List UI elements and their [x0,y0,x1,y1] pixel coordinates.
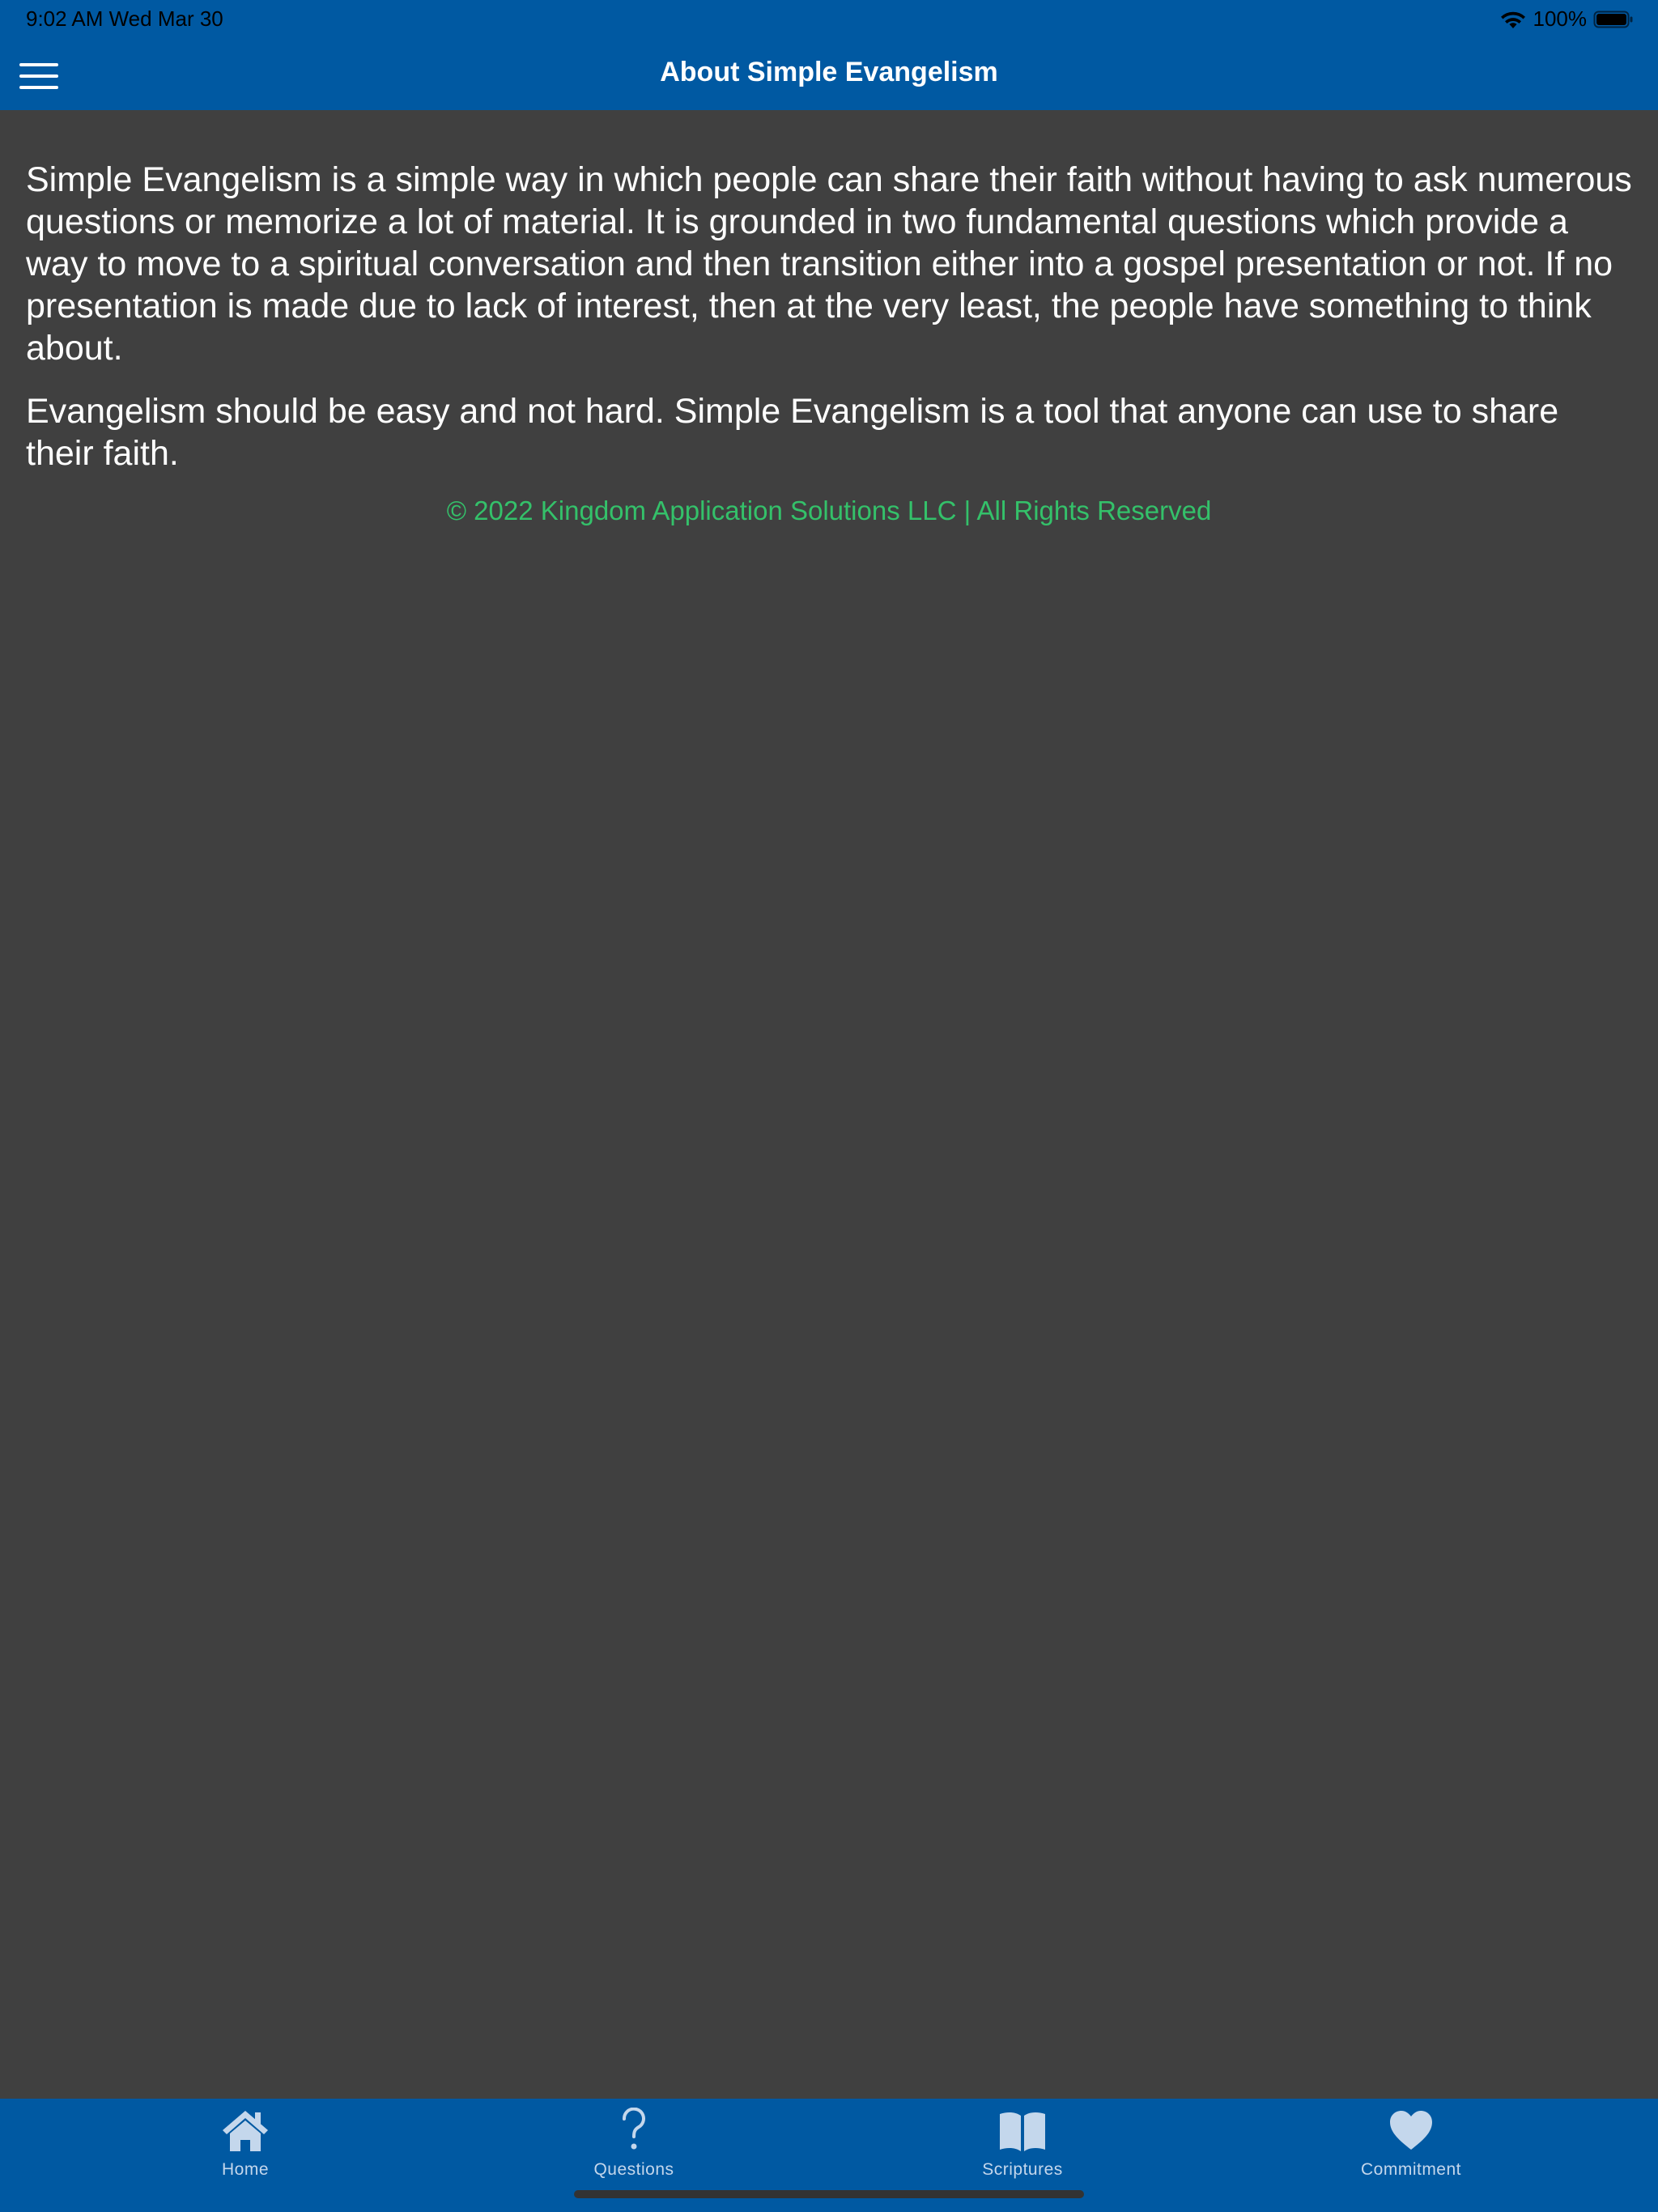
tab-commitment[interactable]: Commitment [1204,2099,1618,2188]
heart-icon [1385,2107,1437,2154]
copyright-notice: © 2022 Kingdom Application Solutions LLC… [446,496,1212,525]
tab-label-questions: Questions [593,2160,674,2179]
about-content: Simple Evangelism is a simple way in whi… [26,159,1632,526]
tab-label-commitment: Commitment [1360,2160,1462,2179]
about-paragraph-2: Evangelism should be easy and not hard. … [26,392,1559,473]
app-screen: 9:02 AM Wed Mar 30 100% About Simple Eva… [0,0,1658,2212]
wifi-icon [1500,11,1525,28]
tab-scriptures[interactable]: Scriptures [815,2099,1230,2188]
open-book-icon [997,2107,1048,2154]
page-title: About Simple Evangelism [660,57,998,87]
tab-label-scriptures: Scriptures [982,2160,1063,2179]
status-indicators: 100% [1499,6,1635,32]
battery-percentage: 100% [1533,6,1588,31]
question-mark-icon [608,2107,660,2154]
status-time: 9:02 AM Wed Mar 30 [26,6,223,31]
battery-icon [1593,11,1633,28]
home-indicator[interactable] [574,2190,1084,2198]
home-icon [219,2107,271,2154]
tab-home[interactable]: Home [38,2099,453,2188]
about-paragraph-1: Simple Evangelism is a simple way in whi… [26,160,1632,368]
tab-label-home: Home [221,2160,270,2179]
tab-questions[interactable]: Questions [427,2099,841,2188]
top-bar: 9:02 AM Wed Mar 30 100% About Simple Eva… [0,0,1658,110]
